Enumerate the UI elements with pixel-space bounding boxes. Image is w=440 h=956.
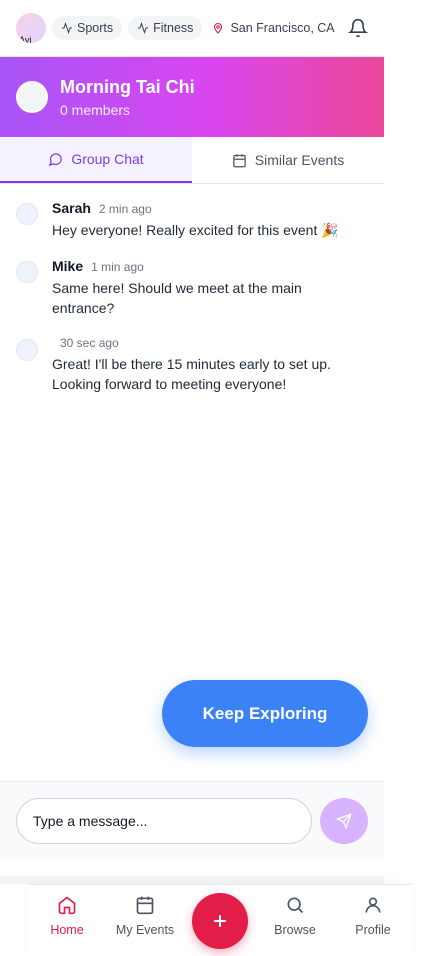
- activity-icon: [62, 22, 72, 34]
- avatar: [16, 261, 38, 283]
- message-composer: [0, 781, 384, 859]
- chat-message: Sarah 2 min ago Hey everyone! Really exc…: [0, 200, 384, 240]
- bottom-nav: Home My Events Browse Profile: [28, 884, 412, 956]
- search-icon: [287, 897, 304, 914]
- keep-exploring-button[interactable]: Keep Exploring: [162, 680, 368, 747]
- message-time: 30 sec ago: [60, 336, 119, 350]
- group-title: Morning Tai Chi: [60, 76, 195, 97]
- nav-profile[interactable]: Profile: [334, 895, 412, 937]
- chat-message: 30 sec ago Great! I'll be there 15 minut…: [0, 336, 384, 394]
- group-member-count: 0 members: [60, 101, 131, 118]
- chip-fitness[interactable]: Fitness: [128, 16, 203, 40]
- message-list: Sarah 2 min ago Hey everyone! Really exc…: [0, 200, 384, 412]
- nav-label: My Events: [115, 923, 175, 937]
- message-time: 2 min ago: [98, 202, 152, 216]
- chip-sports[interactable]: Sports: [52, 16, 123, 40]
- tab-label: Similar Events: [254, 152, 345, 168]
- chat-bubble-icon: [49, 152, 63, 166]
- sender-name: Sarah: [52, 200, 91, 216]
- message-time: 1 min ago: [91, 260, 144, 274]
- group-avatar: [16, 81, 48, 113]
- sender-name: Mike: [52, 258, 84, 274]
- location-label: San Francisco, CA: [230, 21, 335, 35]
- chip-label: Sports: [77, 21, 114, 35]
- chat-message: Mike 1 min ago Same here! Should we meet…: [0, 258, 384, 318]
- message-text: Same here! Should we meet at the main en…: [52, 280, 302, 316]
- nav-browse[interactable]: Browse: [256, 895, 334, 937]
- calendar-icon: [136, 896, 154, 915]
- message-text: Great! I'll be there 15 minutes early to…: [52, 356, 331, 392]
- add-event-button[interactable]: [192, 893, 248, 949]
- tab-bar: Group Chat Similar Events: [0, 137, 384, 184]
- calendar-icon: [233, 153, 246, 167]
- group-header: Morning Tai Chi 0 members: [0, 57, 384, 137]
- avatar: [16, 339, 38, 361]
- tab-group-chat[interactable]: Group Chat: [0, 137, 192, 183]
- send-icon: [336, 813, 352, 829]
- map-pin-icon: [214, 22, 223, 34]
- nav-home[interactable]: Home: [28, 895, 106, 937]
- divider: [0, 876, 384, 884]
- send-button[interactable]: [320, 798, 368, 844]
- user-avatar[interactable]: Avi: [16, 13, 46, 43]
- avatar-text: Avi: [19, 35, 32, 43]
- nav-label: Home: [50, 923, 84, 937]
- activity-icon: [138, 22, 149, 34]
- nav-label: Profile: [355, 923, 391, 937]
- message-input[interactable]: [16, 797, 312, 844]
- message-text: Hey everyone! Really excited for this ev…: [52, 222, 339, 238]
- home-icon: [58, 896, 76, 915]
- nav-label: Browse: [274, 923, 316, 937]
- bell-icon[interactable]: [348, 18, 368, 38]
- chip-label: Fitness: [153, 21, 194, 35]
- tab-similar-events[interactable]: Similar Events: [192, 137, 384, 183]
- avatar: [16, 203, 38, 225]
- location-selector[interactable]: San Francisco, CA: [212, 21, 335, 35]
- plus-icon: [214, 915, 226, 927]
- top-bar: Avi Sports Fitness San Francisco, CA: [0, 0, 384, 57]
- tab-label: Group Chat: [71, 151, 144, 167]
- user-icon: [365, 897, 381, 913]
- nav-my-events[interactable]: My Events: [106, 895, 184, 937]
